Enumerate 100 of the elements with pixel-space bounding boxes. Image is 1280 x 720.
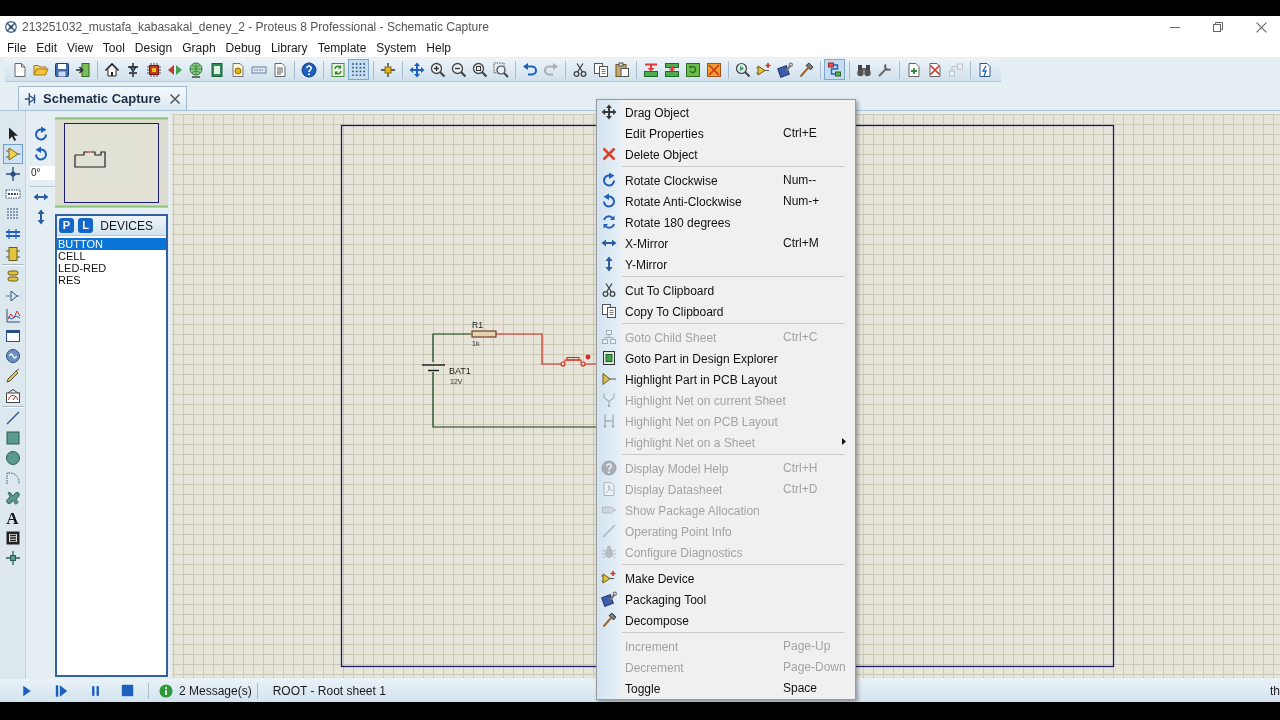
menu-item[interactable]: Decompose bbox=[625, 613, 690, 628]
magnifier-icon[interactable] bbox=[471, 61, 488, 78]
junction-dot-icon[interactable] bbox=[4, 166, 21, 182]
globe-icon[interactable] bbox=[187, 61, 204, 78]
menu-item[interactable]: Tool bbox=[102, 38, 125, 57]
menu-item[interactable]: Edit Properties bbox=[625, 126, 704, 141]
rotate-anticlockwise-icon[interactable] bbox=[32, 146, 49, 162]
hammer-icon[interactable] bbox=[797, 61, 814, 78]
overview-panel[interactable] bbox=[55, 117, 168, 208]
wire[interactable] bbox=[432, 333, 472, 363]
close-icon[interactable] bbox=[169, 93, 180, 104]
label-box-icon[interactable] bbox=[4, 186, 21, 202]
device-list-item[interactable]: CELL bbox=[57, 250, 166, 262]
page-cross-icon[interactable] bbox=[926, 61, 943, 78]
menu-item[interactable]: Debug bbox=[225, 38, 261, 57]
angle-field[interactable]: 0° bbox=[30, 166, 55, 180]
menu-item[interactable]: View bbox=[67, 38, 93, 57]
pin-icon[interactable] bbox=[4, 288, 21, 304]
block-rotate-icon[interactable] bbox=[684, 61, 701, 78]
page-plus-icon[interactable] bbox=[905, 61, 922, 78]
meter-icon[interactable] bbox=[4, 388, 21, 404]
probe-icon[interactable] bbox=[4, 368, 21, 384]
battery-symbol[interactable] bbox=[421, 364, 446, 372]
stop-icon[interactable] bbox=[121, 684, 134, 697]
dot-grid-icon[interactable] bbox=[348, 59, 369, 80]
menu-item[interactable]: Y-Mirror bbox=[625, 257, 668, 272]
menu-item[interactable]: Rotate Clockwise bbox=[625, 173, 718, 188]
subcircuit-block-icon[interactable] bbox=[4, 246, 21, 262]
menu-item[interactable]: Graph bbox=[182, 38, 216, 57]
document-lightning-icon[interactable] bbox=[976, 61, 993, 78]
menu-item[interactable]: Goto Part in Design Explorer bbox=[625, 351, 778, 366]
menu-item[interactable]: Design bbox=[134, 38, 173, 57]
window-frame-icon[interactable] bbox=[4, 328, 21, 344]
menu-item[interactable]: Toggle bbox=[625, 681, 661, 696]
block-arrow-icon[interactable] bbox=[642, 61, 659, 78]
menu-item[interactable]: Edit bbox=[36, 38, 58, 57]
door-arrow-icon[interactable] bbox=[74, 61, 91, 78]
square-icon[interactable] bbox=[4, 430, 21, 446]
menu-item[interactable]: Help bbox=[426, 38, 452, 57]
menu-item[interactable]: Rotate 180 degrees bbox=[625, 215, 731, 230]
wire-route-icon[interactable] bbox=[824, 59, 845, 80]
chip-icon[interactable] bbox=[145, 61, 162, 78]
help-icon[interactable] bbox=[300, 61, 317, 78]
menu-item[interactable]: Copy To Clipboard bbox=[625, 304, 724, 319]
blob-path-icon[interactable] bbox=[4, 490, 21, 506]
library-button[interactable]: L bbox=[78, 218, 93, 233]
menu-item[interactable]: Packaging Tool bbox=[625, 592, 707, 607]
magnifier-play-icon[interactable] bbox=[734, 61, 751, 78]
zoom-out-icon[interactable] bbox=[450, 61, 467, 78]
house-icon[interactable] bbox=[103, 61, 120, 78]
device-list-item[interactable]: RES bbox=[57, 274, 166, 286]
wire[interactable] bbox=[495, 333, 597, 365]
text-tool[interactable]: A bbox=[4, 510, 21, 526]
text-document-icon[interactable] bbox=[271, 61, 288, 78]
refresh-icon[interactable] bbox=[329, 61, 346, 78]
four-way-arrow-icon[interactable] bbox=[408, 61, 425, 78]
menu-item[interactable]: Cut To Clipboard bbox=[625, 283, 715, 298]
close-icon[interactable] bbox=[1256, 21, 1267, 33]
undo-icon[interactable] bbox=[521, 61, 538, 78]
push-button-symbol[interactable] bbox=[560, 354, 591, 367]
crosshair-icon[interactable] bbox=[379, 61, 396, 78]
menu-item[interactable]: Make Device bbox=[625, 571, 695, 586]
menu-item[interactable]: Drag Object bbox=[625, 105, 690, 120]
step-icon[interactable] bbox=[55, 683, 68, 698]
menu-item[interactable]: X-Mirror bbox=[625, 236, 669, 251]
document-icon[interactable] bbox=[208, 61, 225, 78]
line-icon[interactable] bbox=[4, 410, 21, 426]
coin-document-icon[interactable] bbox=[229, 61, 246, 78]
chip-wrench-icon[interactable] bbox=[776, 61, 793, 78]
marker-crosshair-icon[interactable] bbox=[4, 550, 21, 566]
menu-item[interactable]: Library bbox=[270, 38, 308, 57]
clipboard-icon[interactable] bbox=[613, 61, 630, 78]
graph-icon[interactable] bbox=[4, 308, 21, 324]
magnifier-dashed-box-icon[interactable] bbox=[492, 61, 509, 78]
device-list-item[interactable]: BUTTON bbox=[57, 238, 166, 250]
circle-icon[interactable] bbox=[4, 450, 21, 466]
menu-item[interactable]: Template bbox=[317, 38, 367, 57]
zoom-in-icon[interactable] bbox=[429, 61, 446, 78]
resistor-symbol[interactable] bbox=[471, 330, 497, 338]
block-cross-icon[interactable] bbox=[705, 61, 722, 78]
pause-icon[interactable] bbox=[90, 683, 101, 698]
menu-item[interactable]: File bbox=[7, 38, 27, 57]
symbol-block-icon[interactable] bbox=[4, 530, 21, 546]
device-list-item[interactable]: LED-RED bbox=[57, 262, 166, 274]
scissors-icon[interactable] bbox=[571, 61, 588, 78]
menu-item[interactable]: System bbox=[376, 38, 417, 57]
restore-icon[interactable] bbox=[1213, 22, 1223, 32]
menu-item[interactable]: Delete Object bbox=[625, 147, 698, 162]
terminal-icon[interactable] bbox=[4, 268, 21, 284]
copy-icon[interactable] bbox=[592, 61, 609, 78]
rotate-clockwise-icon[interactable] bbox=[32, 126, 49, 142]
play-icon[interactable] bbox=[21, 683, 33, 698]
block-arrow-icon[interactable] bbox=[663, 61, 680, 78]
tab[interactable]: Schematic Capture bbox=[18, 86, 187, 110]
menu-item[interactable]: Rotate Anti-Clockwise bbox=[625, 194, 742, 209]
bus-icon[interactable] bbox=[4, 226, 21, 242]
sine-source-icon[interactable] bbox=[4, 348, 21, 364]
pick-button[interactable]: P bbox=[59, 218, 74, 233]
gate-plus-icon[interactable] bbox=[755, 61, 772, 78]
blank-page-icon[interactable] bbox=[11, 61, 28, 78]
